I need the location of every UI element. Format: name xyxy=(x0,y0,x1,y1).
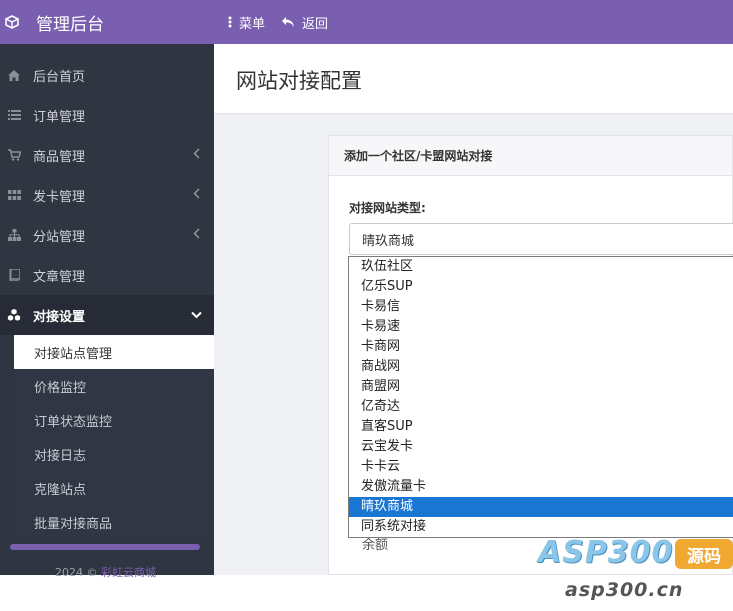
watermark-tag: 源码 xyxy=(675,539,733,569)
sidebar-item-label: 后台首页 xyxy=(33,69,86,85)
submenu-item-clone-site[interactable]: 克隆站点 xyxy=(14,471,214,505)
dropdown-option[interactable]: 玖伍社区 xyxy=(349,257,733,277)
panel-title: 添加一个社区/卡盟网站对接 xyxy=(329,136,732,176)
submenu-item-site-management[interactable]: 对接站点管理 xyxy=(14,335,214,369)
back-label: 返回 xyxy=(302,16,329,32)
watermark: ASP300 源码 asp300.cn xyxy=(538,535,733,611)
menu-label: 菜单 xyxy=(239,16,266,32)
dropdown-option[interactable]: 发傲流量卡 xyxy=(349,477,733,497)
sidebar-footer: 2024 © 彩虹云商城 xyxy=(55,564,156,580)
dropdown-option[interactable]: 亿乐SUP xyxy=(349,277,733,297)
dropdown-option[interactable]: 卡易速 xyxy=(349,317,733,337)
dropdown-option[interactable]: 直客SUP xyxy=(349,417,733,437)
site-type-select[interactable]: 晴玖商城 xyxy=(349,223,733,255)
site-type-select-value: 晴玖商城 xyxy=(362,233,415,249)
back-button[interactable]: 返回 xyxy=(281,13,328,32)
submenu-item-batch-dock-products[interactable]: 批量对接商品 xyxy=(14,505,214,539)
footer-copyright: 2024 © xyxy=(55,566,98,579)
submenu-item-order-status-monitor[interactable]: 订单状态监控 xyxy=(14,403,214,437)
brand-title: 管理后台 xyxy=(36,14,104,35)
cubes-icon xyxy=(7,308,21,322)
dropdown-option[interactable]: 卡卡云 xyxy=(349,457,733,477)
chevron-left-icon xyxy=(193,188,200,199)
sidebar-item-label: 分站管理 xyxy=(33,229,86,245)
submenu-item-price-monitor[interactable]: 价格监控 xyxy=(14,369,214,403)
sidebar-item-substations[interactable]: 分站管理 xyxy=(0,215,214,255)
sidebar: 后台首页 订单管理 商品管理 发卡管理 分站管理 文章管理 对接设置 对接站点管… xyxy=(0,44,214,579)
sidebar-item-label: 发卡管理 xyxy=(33,189,86,205)
footer-link[interactable]: 彩虹云商城 xyxy=(101,566,156,579)
dropdown-option[interactable]: 同系统对接 xyxy=(349,517,733,537)
dropdown-option[interactable]: 商战网 xyxy=(349,357,733,377)
sidebar-item-orders[interactable]: 订单管理 xyxy=(0,95,214,135)
dropdown-option-selected[interactable]: 晴玖商城 xyxy=(349,497,733,517)
sidebar-item-label: 订单管理 xyxy=(33,109,86,125)
page-header: 网站对接配置 xyxy=(214,44,733,114)
sidebar-item-label: 对接设置 xyxy=(33,309,86,325)
sidebar-item-products[interactable]: 商品管理 xyxy=(0,135,214,175)
home-icon xyxy=(7,68,21,82)
logo-area[interactable]: 管理后台 xyxy=(0,0,214,44)
page-title: 网站对接配置 xyxy=(236,69,362,93)
book-icon xyxy=(7,268,21,282)
sidebar-item-home[interactable]: 后台首页 xyxy=(0,55,214,95)
dropdown-option[interactable]: 卡易信 xyxy=(349,297,733,317)
cube-logo-icon xyxy=(5,15,19,29)
watermark-logo-text: ASP300 xyxy=(538,535,674,570)
watermark-url: asp300.cn xyxy=(565,579,684,601)
cart-icon xyxy=(7,148,21,162)
site-type-dropdown-list[interactable]: 玖伍社区 亿乐SUP 卡易信 卡易速 卡商网 商战网 商盟网 亿奇达 直客SUP… xyxy=(348,256,733,538)
list-icon xyxy=(7,108,21,122)
submenu-item-docking-log[interactable]: 对接日志 xyxy=(14,437,214,471)
top-bar: 管理后台 菜单 返回 xyxy=(0,0,733,44)
vertical-dots-icon xyxy=(228,16,232,28)
sidebar-item-cards[interactable]: 发卡管理 xyxy=(0,175,214,215)
sidebar-scrollbar[interactable] xyxy=(10,544,200,550)
reply-icon xyxy=(282,17,295,27)
dropdown-option[interactable]: 亿奇达 xyxy=(349,397,733,417)
sidebar-item-label: 商品管理 xyxy=(33,149,86,165)
sidebar-item-label: 文章管理 xyxy=(33,269,86,285)
sitemap-icon xyxy=(7,228,21,242)
sidebar-item-docking[interactable]: 对接设置 xyxy=(0,295,214,335)
dropdown-option[interactable]: 云宝发卡 xyxy=(349,437,733,457)
chevron-down-icon xyxy=(191,311,202,319)
grid-icon xyxy=(7,188,21,202)
dropdown-option[interactable]: 卡商网 xyxy=(349,337,733,357)
chevron-left-icon xyxy=(193,228,200,239)
dropdown-option[interactable]: 商盟网 xyxy=(349,377,733,397)
sidebar-item-articles[interactable]: 文章管理 xyxy=(0,255,214,295)
menu-button[interactable]: 菜单 xyxy=(228,13,265,32)
chevron-left-icon xyxy=(193,148,200,159)
site-type-label: 对接网站类型: xyxy=(349,201,426,215)
